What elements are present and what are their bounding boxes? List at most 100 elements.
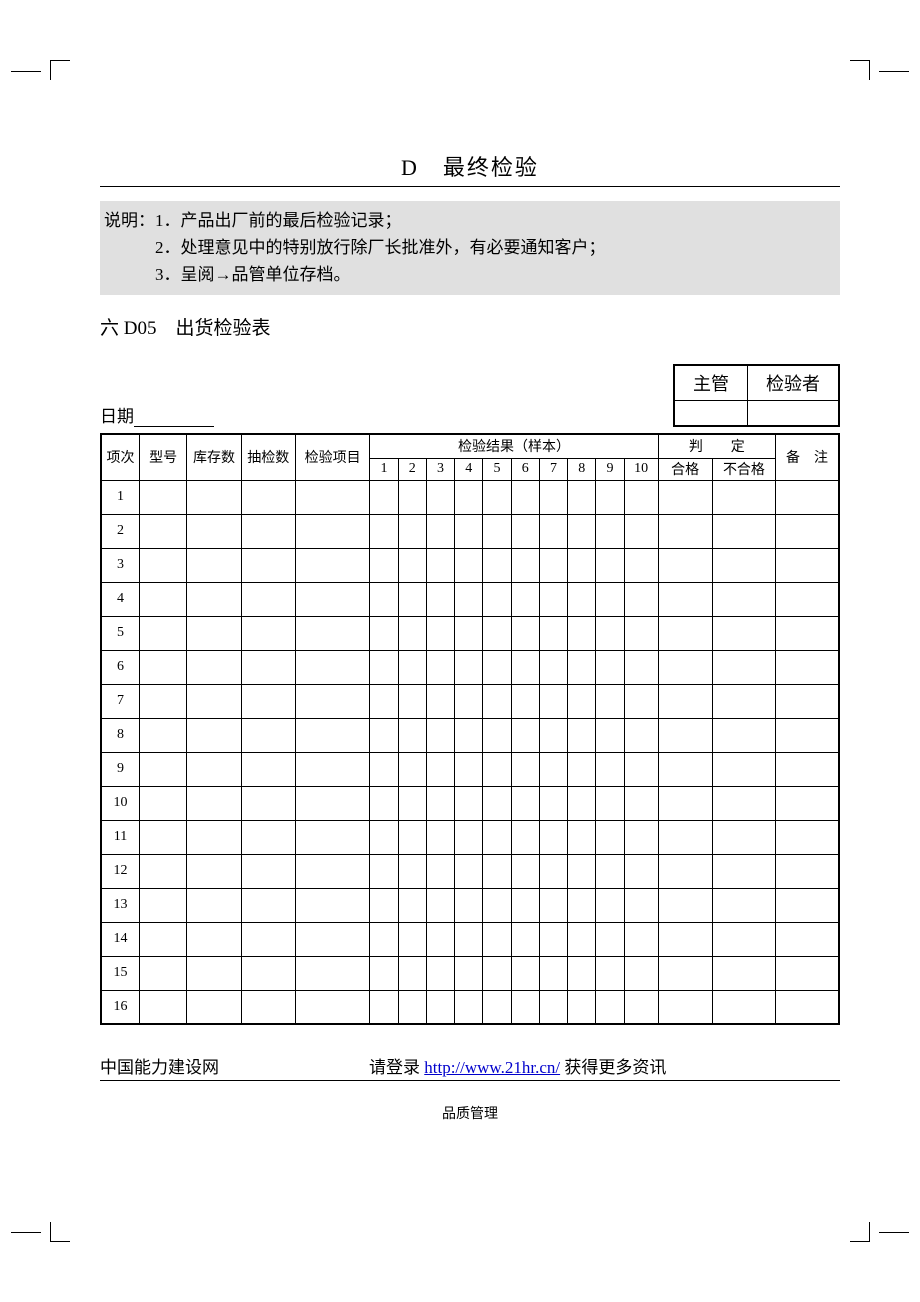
table-row: 12 bbox=[101, 854, 839, 888]
footer-link[interactable]: http://www.21hr.cn/ bbox=[424, 1058, 560, 1077]
instruction-line-3: 3．呈阅→品管单位存档。 bbox=[104, 261, 836, 288]
page-content: D 最终检验 说明：1．产品出厂前的最后检验记录； 2．处理意见中的特别放行除厂… bbox=[100, 150, 840, 1123]
empty-cell bbox=[511, 854, 539, 888]
empty-cell bbox=[596, 752, 624, 786]
empty-cell bbox=[370, 956, 398, 990]
col-sample: 抽检数 bbox=[241, 434, 295, 480]
empty-cell bbox=[398, 684, 426, 718]
empty-cell bbox=[295, 684, 370, 718]
empty-cell bbox=[658, 616, 712, 650]
empty-cell bbox=[241, 854, 295, 888]
empty-cell bbox=[455, 990, 483, 1024]
empty-cell bbox=[712, 990, 775, 1024]
empty-cell bbox=[187, 922, 241, 956]
row-idx: 15 bbox=[101, 956, 139, 990]
empty-cell bbox=[295, 786, 370, 820]
empty-cell bbox=[624, 480, 658, 514]
empty-cell bbox=[295, 718, 370, 752]
empty-cell bbox=[398, 888, 426, 922]
empty-cell bbox=[776, 548, 839, 582]
empty-cell bbox=[776, 718, 839, 752]
table-row: 13 bbox=[101, 888, 839, 922]
col-result-8: 8 bbox=[568, 458, 596, 480]
empty-cell bbox=[241, 480, 295, 514]
empty-cell bbox=[568, 888, 596, 922]
empty-cell bbox=[712, 548, 775, 582]
empty-cell bbox=[712, 480, 775, 514]
empty-cell bbox=[187, 888, 241, 922]
empty-cell bbox=[483, 684, 511, 718]
empty-cell bbox=[624, 752, 658, 786]
empty-cell bbox=[712, 854, 775, 888]
empty-cell bbox=[455, 956, 483, 990]
empty-cell bbox=[483, 854, 511, 888]
row-idx: 12 bbox=[101, 854, 139, 888]
empty-cell bbox=[483, 752, 511, 786]
inspector-header: 检验者 bbox=[748, 365, 840, 401]
table-row: 1 bbox=[101, 480, 839, 514]
empty-cell bbox=[712, 684, 775, 718]
empty-cell bbox=[455, 752, 483, 786]
col-result-1: 1 bbox=[370, 458, 398, 480]
empty-cell bbox=[596, 684, 624, 718]
empty-cell bbox=[658, 990, 712, 1024]
empty-cell bbox=[776, 616, 839, 650]
empty-cell bbox=[295, 616, 370, 650]
table-row: 14 bbox=[101, 922, 839, 956]
empty-cell bbox=[776, 786, 839, 820]
empty-cell bbox=[568, 616, 596, 650]
empty-cell bbox=[241, 548, 295, 582]
empty-cell bbox=[658, 956, 712, 990]
col-pass: 合格 bbox=[658, 458, 712, 480]
empty-cell bbox=[624, 854, 658, 888]
col-note: 备 注 bbox=[776, 434, 839, 480]
empty-cell bbox=[139, 548, 186, 582]
empty-cell bbox=[596, 786, 624, 820]
row-idx: 11 bbox=[101, 820, 139, 854]
col-result-10: 10 bbox=[624, 458, 658, 480]
empty-cell bbox=[187, 990, 241, 1024]
empty-cell bbox=[624, 650, 658, 684]
empty-cell bbox=[139, 582, 186, 616]
empty-cell bbox=[658, 548, 712, 582]
empty-cell bbox=[568, 480, 596, 514]
empty-cell bbox=[455, 684, 483, 718]
row-idx: 6 bbox=[101, 650, 139, 684]
col-item: 检验项目 bbox=[295, 434, 370, 480]
empty-cell bbox=[139, 956, 186, 990]
empty-cell bbox=[370, 480, 398, 514]
empty-cell bbox=[596, 514, 624, 548]
footer-org: 中国能力建设网 bbox=[100, 1058, 219, 1077]
empty-cell bbox=[658, 888, 712, 922]
empty-cell bbox=[539, 650, 567, 684]
empty-cell bbox=[455, 820, 483, 854]
row-idx: 1 bbox=[101, 480, 139, 514]
empty-cell bbox=[539, 990, 567, 1024]
empty-cell bbox=[511, 956, 539, 990]
empty-cell bbox=[187, 956, 241, 990]
table-row: 5 bbox=[101, 616, 839, 650]
empty-cell bbox=[776, 650, 839, 684]
inspector-cell bbox=[748, 400, 840, 426]
empty-cell bbox=[398, 786, 426, 820]
row-idx: 7 bbox=[101, 684, 139, 718]
empty-cell bbox=[139, 990, 186, 1024]
instruction-line-2: 2．处理意见中的特别放行除厂长批准外，有必要通知客户； bbox=[104, 234, 836, 261]
empty-cell bbox=[568, 684, 596, 718]
col-fail: 不合格 bbox=[712, 458, 775, 480]
empty-cell bbox=[539, 786, 567, 820]
empty-cell bbox=[370, 718, 398, 752]
empty-cell bbox=[398, 514, 426, 548]
empty-cell bbox=[483, 990, 511, 1024]
empty-cell bbox=[426, 990, 454, 1024]
empty-cell bbox=[596, 480, 624, 514]
page-footer: 品质管理 bbox=[100, 1103, 840, 1123]
empty-cell bbox=[426, 854, 454, 888]
empty-cell bbox=[624, 616, 658, 650]
empty-cell bbox=[596, 718, 624, 752]
empty-cell bbox=[139, 718, 186, 752]
empty-cell bbox=[241, 786, 295, 820]
empty-cell bbox=[624, 956, 658, 990]
empty-cell bbox=[426, 786, 454, 820]
empty-cell bbox=[568, 650, 596, 684]
